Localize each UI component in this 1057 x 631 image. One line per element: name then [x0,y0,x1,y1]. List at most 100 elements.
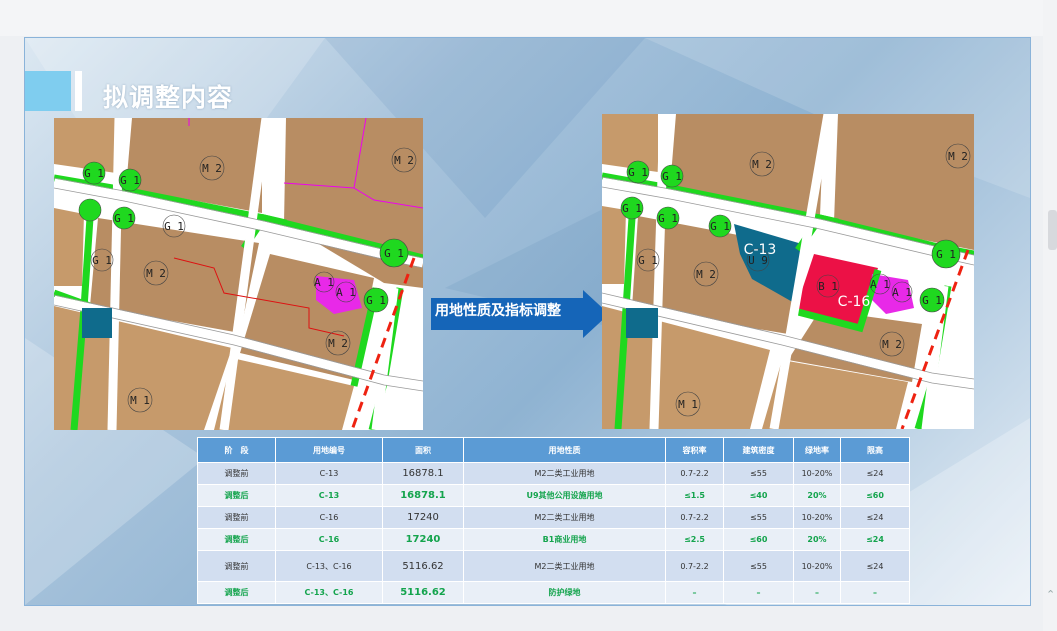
header-height: 限高 [840,437,910,463]
cell-area: 17240 [382,506,464,529]
label-a1: A 1 [870,278,890,291]
cell-use: U9其他公用设施用地 [463,484,666,507]
cell-green: – [793,581,841,604]
cell-code: C-16 [275,506,383,529]
cell-far: ≤1.5 [665,484,724,507]
label-g1: G 1 [120,174,140,187]
label-g1: G 1 [164,220,184,233]
label-g1: G 1 [628,166,648,179]
cell-density: ≤55 [723,506,794,529]
cell-height: ≤60 [840,484,910,507]
cell-stage: 调整后 [197,484,276,507]
label-m2-lower: M 2 [328,337,348,350]
label-m2-mid: M 2 [696,268,716,281]
cell-use: 防护绿地 [463,581,666,604]
title-accent-bar [75,71,82,111]
header-stage: 阶 段 [197,437,276,463]
label-a1: A 1 [892,286,912,299]
cell-far: 0.7-2.2 [665,462,724,485]
slide: 拟调整内容 M 2 M 2 M 2 M 2 M 1 G 1 G 1 G 1 G … [24,37,1031,606]
map-before-drawing: M 2 M 2 M 2 M 2 M 1 G 1 G 1 G 1 G 1 G 1 … [54,118,423,430]
label-g1: G 1 [658,212,678,225]
map-before-adjustment: M 2 M 2 M 2 M 2 M 1 G 1 G 1 G 1 G 1 G 1 … [54,118,423,430]
vertical-scrollbar[interactable] [1043,0,1057,631]
label-g1: G 1 [114,212,134,225]
label-a1: A 1 [336,286,356,299]
table-row: 调整后 C-16 17240 B1商业用地 ≤2.5 ≤60 20% ≤24 [197,528,910,551]
label-g1: G 1 [384,247,404,260]
cell-green: 10-20% [793,550,841,582]
label-a1: A 1 [314,276,334,289]
table-row: 调整前 C-13 16878.1 M2二类工业用地 0.7-2.2 ≤55 10… [197,462,910,485]
cell-height: ≤24 [840,528,910,551]
cell-code: C-13、C-16 [275,550,383,582]
adjustment-table: 阶 段 用地编号 面积 用地性质 容积率 建筑密度 绿地率 限高 调整前 C-1… [197,437,910,604]
label-g1: G 1 [366,294,386,307]
arrow-label: 用地性质及指标调整 [435,303,561,319]
scrollbar-thumb[interactable] [1048,210,1057,250]
callout-c16: C-16 [838,294,871,310]
label-m2-mid: M 2 [146,267,166,280]
cell-area: 5116.62 [382,581,464,604]
label-g1: G 1 [662,170,682,183]
table-row: 调整后 C-13 16878.1 U9其他公用设施用地 ≤1.5 ≤40 20%… [197,484,910,507]
header-density: 建筑密度 [723,437,794,463]
cell-height: ≤24 [840,506,910,529]
header-area: 面积 [382,437,464,463]
header-code: 用地编号 [275,437,383,463]
cell-density: ≤55 [723,550,794,582]
label-m1: M 1 [130,394,150,407]
cell-green: 10-20% [793,506,841,529]
label-m2-lower: M 2 [882,338,902,351]
cell-far: 0.7-2.2 [665,550,724,582]
label-g1: G 1 [638,254,658,267]
cell-use: M2二类工业用地 [463,506,666,529]
cell-height: ≤24 [840,550,910,582]
viewer-top-strip [0,0,1057,36]
label-m2-top: M 2 [202,162,222,175]
cell-stage: 调整前 [197,462,276,485]
cell-height: ≤24 [840,462,910,485]
slide-title: 拟调整内容 [103,83,234,112]
title-accent-block [25,71,71,111]
label-m1: M 1 [678,398,698,411]
cell-density: ≤60 [723,528,794,551]
cell-stage: 调整前 [197,506,276,529]
label-g1: G 1 [92,254,112,267]
map-after-adjustment: M 2 M 2 M 2 M 2 M 1 U 9 B 1 G 1 G 1 G 1 … [602,114,974,429]
table-row: 调整前 C-16 17240 M2二类工业用地 0.7-2.2 ≤55 10-2… [197,506,910,529]
header-far: 容积率 [665,437,724,463]
parcel-nw [54,118,116,173]
map-after-drawing: M 2 M 2 M 2 M 2 M 1 U 9 B 1 G 1 G 1 G 1 … [602,114,974,429]
label-m2-right: M 2 [394,154,414,167]
cell-use: M2二类工业用地 [463,462,666,485]
label-g1: G 1 [84,167,104,180]
label-m2-right: M 2 [948,150,968,163]
cell-stage: 调整前 [197,550,276,582]
label-g1: G 1 [936,248,956,261]
header-green: 绿地率 [793,437,841,463]
cell-density: ≤55 [723,462,794,485]
cell-area: 5116.62 [382,550,464,582]
cell-far: 0.7-2.2 [665,506,724,529]
label-g1: G 1 [922,294,942,307]
cell-use: B1商业用地 [463,528,666,551]
cell-use: M2二类工业用地 [463,550,666,582]
label-b1: B 1 [818,280,838,293]
label-g1: G 1 [710,220,730,233]
cell-code: C-13 [275,462,383,485]
cell-area: 16878.1 [382,462,464,485]
cell-stage: 调整后 [197,581,276,604]
cell-green: 10-20% [793,462,841,485]
cell-height: – [840,581,910,604]
table-row: 调整后 C-13、C-16 5116.62 防护绿地 – – – – [197,581,910,604]
header-use: 用地性质 [463,437,666,463]
table-header-row: 阶 段 用地编号 面积 用地性质 容积率 建筑密度 绿地率 限高 [197,437,910,463]
table-row: 调整前 C-13、C-16 5116.62 M2二类工业用地 0.7-2.2 ≤… [197,550,910,582]
cell-code: C-13、C-16 [275,581,383,604]
cell-area: 17240 [382,528,464,551]
label-g1: G 1 [622,202,642,215]
cell-far: – [665,581,724,604]
cell-density: ≤40 [723,484,794,507]
callout-c13: C-13 [744,242,777,258]
